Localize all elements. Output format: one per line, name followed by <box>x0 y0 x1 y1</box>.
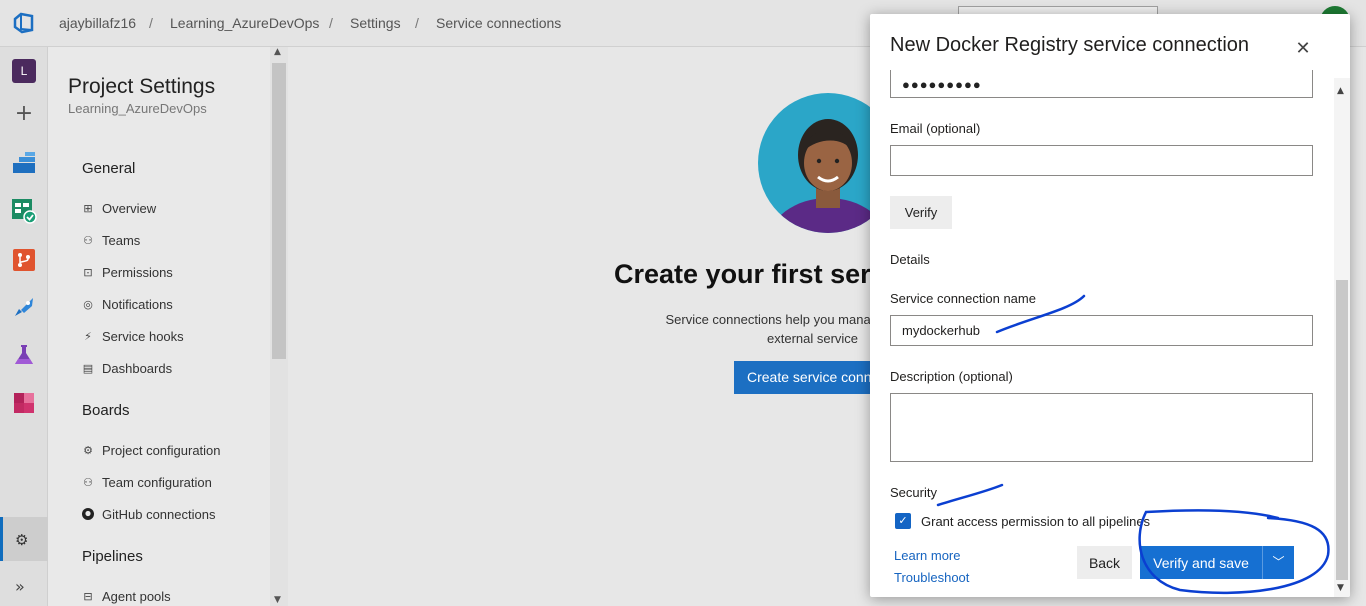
verify-and-save-button[interactable]: Verify and save <box>1140 546 1262 579</box>
nav-item-dashboards[interactable]: ▤ Dashboards <box>82 358 172 378</box>
breadcrumb-separator: / <box>415 15 419 31</box>
nav-item-label: Agent pools <box>102 588 171 604</box>
pipelines-icon[interactable] <box>10 293 38 321</box>
description-field[interactable] <box>890 393 1313 462</box>
configuration-icon: ⚙ <box>83 443 93 457</box>
nav-item-label: Notifications <box>102 296 173 312</box>
notification-icon: ◎ <box>83 297 93 311</box>
service-connection-name-field[interactable] <box>890 315 1313 346</box>
github-icon <box>82 508 94 520</box>
grant-access-label[interactable]: Grant access permission to all pipelines <box>921 514 1150 529</box>
chevron-down-icon[interactable]: ﹀ <box>1262 546 1294 579</box>
new-plus-icon[interactable]: + <box>10 99 38 127</box>
nav-item-team-configuration[interactable]: ⚇ Team configuration <box>82 472 212 492</box>
scrollbar-thumb[interactable] <box>272 63 286 359</box>
nav-item-overview[interactable]: ⊞ Overview <box>82 198 156 218</box>
scroll-up-icon[interactable]: ▲ <box>1337 86 1344 96</box>
section-general: General <box>82 160 136 177</box>
nav-item-project-configuration[interactable]: ⚙ Project configuration <box>82 440 221 460</box>
password-mask: ●●●●●●●●● <box>902 77 982 92</box>
dashboard-icon: ▤ <box>82 361 94 375</box>
close-icon[interactable]: ✕ <box>1292 38 1314 60</box>
grant-access-checkbox[interactable]: ✓ <box>895 513 911 529</box>
team-config-icon: ⚇ <box>83 475 93 489</box>
dialog-title: New Docker Registry service connection <box>890 34 1250 56</box>
breadcrumb-settings[interactable]: Settings <box>350 15 401 31</box>
verify-button[interactable]: Verify <box>890 196 952 229</box>
nav-scrollbar[interactable]: ▲ ▼ <box>270 47 288 606</box>
service-connection-name-label: Service connection name <box>890 291 1036 306</box>
section-boards: Boards <box>82 402 130 419</box>
nav-item-label: Dashboards <box>102 360 173 376</box>
details-heading: Details <box>890 252 930 267</box>
nav-item-notifications[interactable]: ◎ Notifications <box>82 294 173 314</box>
scroll-down-icon[interactable]: ▼ <box>1337 583 1344 593</box>
back-button[interactable]: Back <box>1077 546 1132 579</box>
nav-item-teams[interactable]: ⚇ Teams <box>82 230 140 250</box>
breadcrumb-separator: / <box>329 15 333 31</box>
nav-item-label: Permissions <box>102 264 173 280</box>
breadcrumb-separator: / <box>149 15 153 31</box>
artifacts-icon[interactable] <box>10 389 38 417</box>
boards-icon[interactable] <box>10 197 38 225</box>
nav-item-label: Overview <box>102 200 157 216</box>
repos-icon[interactable] <box>10 246 38 274</box>
email-label: Email (optional) <box>890 121 981 136</box>
nav-item-service-hooks[interactable]: ⚡ Service hooks <box>82 326 184 346</box>
project-initial: L <box>12 59 36 83</box>
scroll-down-icon[interactable]: ▼ <box>274 595 281 605</box>
section-pipelines: Pipelines <box>82 548 143 565</box>
empty-state-title: Create your first servi <box>614 259 894 289</box>
overview-icon[interactable] <box>10 149 38 177</box>
troubleshoot-link[interactable]: Troubleshoot <box>894 570 969 585</box>
nav-item-label: GitHub connections <box>102 506 216 522</box>
nav-item-label: Project configuration <box>102 442 221 458</box>
security-heading: Security <box>890 485 937 500</box>
nav-item-github-connections[interactable]: GitHub connections <box>82 504 215 524</box>
breadcrumb-page[interactable]: Service connections <box>436 15 561 31</box>
teams-icon: ⚇ <box>83 233 93 247</box>
nav-item-permissions[interactable]: ⊡ Permissions <box>82 262 173 282</box>
overview-nav-icon: ⊞ <box>83 201 93 215</box>
azure-devops-logo-icon[interactable] <box>12 11 36 35</box>
nav-item-agent-pools[interactable]: ⊟ Agent pools <box>82 586 171 606</box>
project-badge[interactable]: L <box>10 57 38 85</box>
agent-pool-icon: ⊟ <box>83 589 93 603</box>
project-name: Learning_AzureDevOps <box>68 101 207 116</box>
scrollbar-thumb[interactable] <box>1336 280 1348 580</box>
breadcrumb-org[interactable]: ajaybillafz16 <box>59 15 136 31</box>
dialog-scrollbar[interactable]: ▲ ▼ <box>1334 78 1350 597</box>
nav-item-label: Team configuration <box>102 474 212 490</box>
expand-icon[interactable]: » <box>15 577 25 596</box>
gear-icon[interactable]: ⚙ <box>15 531 28 549</box>
learn-more-link[interactable]: Learn more <box>894 548 960 563</box>
left-rail: L + ⚙ » <box>0 47 48 606</box>
nav-item-label: Teams <box>102 232 141 248</box>
lock-icon: ⊡ <box>83 265 93 279</box>
scroll-up-icon[interactable]: ▲ <box>274 47 281 57</box>
hook-icon: ⚡ <box>84 329 92 343</box>
breadcrumb-project[interactable]: Learning_AzureDevOps <box>170 15 319 31</box>
email-field[interactable] <box>890 145 1313 176</box>
test-plans-icon[interactable] <box>10 341 38 369</box>
new-service-connection-dialog: New Docker Registry service connection ✕… <box>870 14 1350 597</box>
page-title: Project Settings <box>68 75 216 98</box>
description-label: Description (optional) <box>890 369 1013 384</box>
settings-nav: Project Settings Learning_AzureDevOps Ge… <box>48 47 288 606</box>
nav-item-label: Service hooks <box>102 328 184 344</box>
